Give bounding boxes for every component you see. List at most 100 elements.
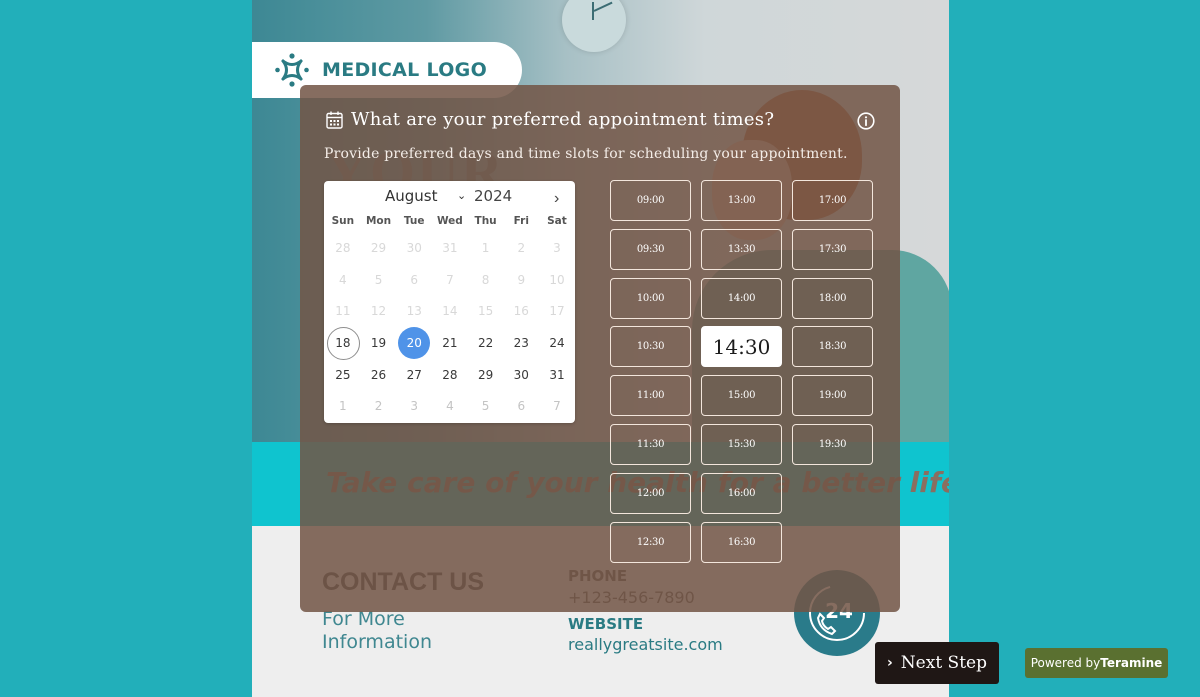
time-slot-button[interactable]: 11:30	[610, 424, 691, 465]
time-slot-button[interactable]: 12:30	[610, 522, 691, 563]
calendar-day[interactable]: 31	[539, 359, 575, 391]
calendar-day-today[interactable]: 18	[325, 327, 361, 360]
calendar-day[interactable]: 5	[468, 390, 504, 422]
calendar-day-number: 2	[517, 240, 526, 255]
calendar-day-number: 28	[335, 240, 351, 255]
calendar-day-number: 17	[549, 304, 565, 319]
time-slot-button[interactable]: 19:00	[792, 375, 873, 416]
calendar-day[interactable]: 27	[396, 359, 432, 391]
calendar-day-number: 29	[477, 367, 494, 382]
calendar-day: 5	[361, 264, 397, 296]
calendar-day[interactable]: 24	[539, 327, 575, 359]
calendar-day-number: 20	[406, 335, 422, 350]
calendar-day-number: 22	[477, 335, 494, 350]
calendar-week-row: 18 19 20 21 22 23 24	[325, 327, 575, 360]
powered-by-prefix: Powered by	[1030, 656, 1101, 670]
medical-logo-text: MEDICAL LOGO	[322, 59, 488, 81]
time-slot-button[interactable]: 10:00	[610, 278, 691, 319]
calendar-day-selected[interactable]: 20	[396, 327, 432, 359]
time-slot-selected[interactable]: 14:30	[701, 326, 782, 367]
time-slot-button[interactable]: 18:30	[792, 326, 873, 367]
medical-logo-icon	[275, 53, 309, 87]
calendar-day: 3	[539, 232, 575, 264]
calendar-day-number: 14	[442, 304, 458, 319]
calendar-day[interactable]: 21	[432, 327, 468, 359]
calendar-day: 31	[432, 232, 468, 264]
calendar-day-number: 2	[374, 399, 383, 414]
calendar-day-number: 6	[410, 272, 419, 287]
time-slot-button[interactable]: 09:00	[610, 180, 691, 221]
calendar-day[interactable]: 7	[539, 390, 575, 422]
calendar-week-row: 25 26 27 28 29 30 31	[325, 359, 575, 391]
calendar-day[interactable]: 6	[503, 390, 539, 422]
time-slot-button[interactable]: 13:30	[701, 229, 782, 270]
calendar-day-number: 30	[513, 367, 529, 382]
next-step-button[interactable]: › Next Step	[875, 642, 999, 684]
calendar-day-number: 1	[481, 240, 490, 255]
time-slot-button[interactable]: 17:00	[792, 180, 873, 221]
calendar-day: 2	[503, 232, 539, 264]
calendar-day: 13	[396, 295, 432, 327]
calendar-day[interactable]: 22	[468, 327, 504, 359]
calendar-day-number: 16	[513, 304, 529, 319]
month-select[interactable]: August	[385, 187, 438, 205]
calendar-day[interactable]: 4	[432, 390, 468, 422]
calendar-day-number: 4	[446, 399, 454, 414]
weekday-label: Wed	[436, 215, 463, 227]
appointment-times-dialog: What are your preferred appointment time…	[300, 85, 900, 612]
time-slot-button[interactable]: 15:00	[701, 375, 782, 416]
calendar-day[interactable]: 25	[325, 359, 361, 391]
date-picker-header: August ⌄ 2024 ›	[324, 187, 575, 209]
calendar-day[interactable]: 30	[503, 359, 539, 391]
calendar-day: 14	[432, 295, 468, 327]
time-slot-button[interactable]: 13:00	[701, 180, 782, 221]
calendar-day-number: 29	[370, 240, 387, 255]
calendar-day-number: 31	[442, 240, 458, 255]
info-icon[interactable]	[857, 112, 875, 130]
time-slot-button[interactable]: 16:30	[701, 522, 782, 563]
time-slot-button[interactable]: 18:00	[792, 278, 873, 319]
calendar-day: 11	[325, 295, 361, 327]
calendar-day: 15	[468, 295, 504, 327]
calendar-day: 30	[396, 232, 432, 264]
time-slot-button[interactable]: 17:30	[792, 229, 873, 270]
calendar-day: 8	[468, 264, 504, 296]
time-slot-button[interactable]: 19:30	[792, 424, 873, 465]
calendar-day: 4	[325, 264, 361, 296]
next-month-chevron-right-icon[interactable]: ›	[554, 190, 559, 208]
calendar-day-number: 28	[442, 367, 458, 382]
calendar-day-number: 3	[410, 399, 419, 414]
contact-subtitle-line2: Information	[322, 631, 432, 653]
date-grid: 28 29 30 31 1 2 3 4 5 6 7 8 9 10 11 12 13 14 15 16 17 18 19 20 2…	[325, 232, 575, 422]
time-slot-button[interactable]: 15:30	[701, 424, 782, 465]
chevron-down-icon[interactable]: ⌄	[457, 189, 466, 202]
time-slot-button[interactable]: 11:00	[610, 375, 691, 416]
calendar-day[interactable]: 2	[361, 390, 397, 422]
powered-by-badge[interactable]: Powered by Teramine	[1025, 648, 1168, 678]
calendar-day[interactable]: 23	[503, 327, 539, 359]
time-slot-button[interactable]: 09:30	[610, 229, 691, 270]
calendar-day: 28	[325, 232, 361, 264]
time-slot-button[interactable]: 16:00	[701, 473, 782, 514]
year-input[interactable]: 2024	[474, 187, 512, 205]
calendar-day[interactable]: 19	[361, 327, 397, 359]
powered-by-brand: Teramine	[1100, 656, 1163, 670]
time-slot-button[interactable]: 10:30	[610, 326, 691, 367]
calendar-day-number: 25	[335, 367, 351, 382]
time-slot-button[interactable]: 14:00	[701, 278, 782, 319]
calendar-day[interactable]: 28	[432, 359, 468, 391]
calendar-icon	[326, 111, 343, 129]
dialog-subtitle: Provide preferred days and time slots fo…	[324, 146, 848, 162]
calendar-day-number: 6	[517, 399, 526, 414]
calendar-day[interactable]: 1	[325, 390, 361, 422]
calendar-day[interactable]: 3	[396, 390, 432, 422]
weekday-label: Mon	[365, 215, 392, 227]
calendar-day[interactable]: 26	[361, 359, 397, 391]
calendar-day-number: 31	[549, 367, 565, 382]
calendar-day: 17	[539, 295, 575, 327]
calendar-day-number: 23	[513, 335, 529, 350]
contact-subtitle: For More Information	[322, 608, 432, 654]
calendar-day[interactable]: 29	[468, 359, 504, 391]
calendar-day-number: 26	[370, 367, 387, 382]
time-slot-button[interactable]: 12:00	[610, 473, 691, 514]
